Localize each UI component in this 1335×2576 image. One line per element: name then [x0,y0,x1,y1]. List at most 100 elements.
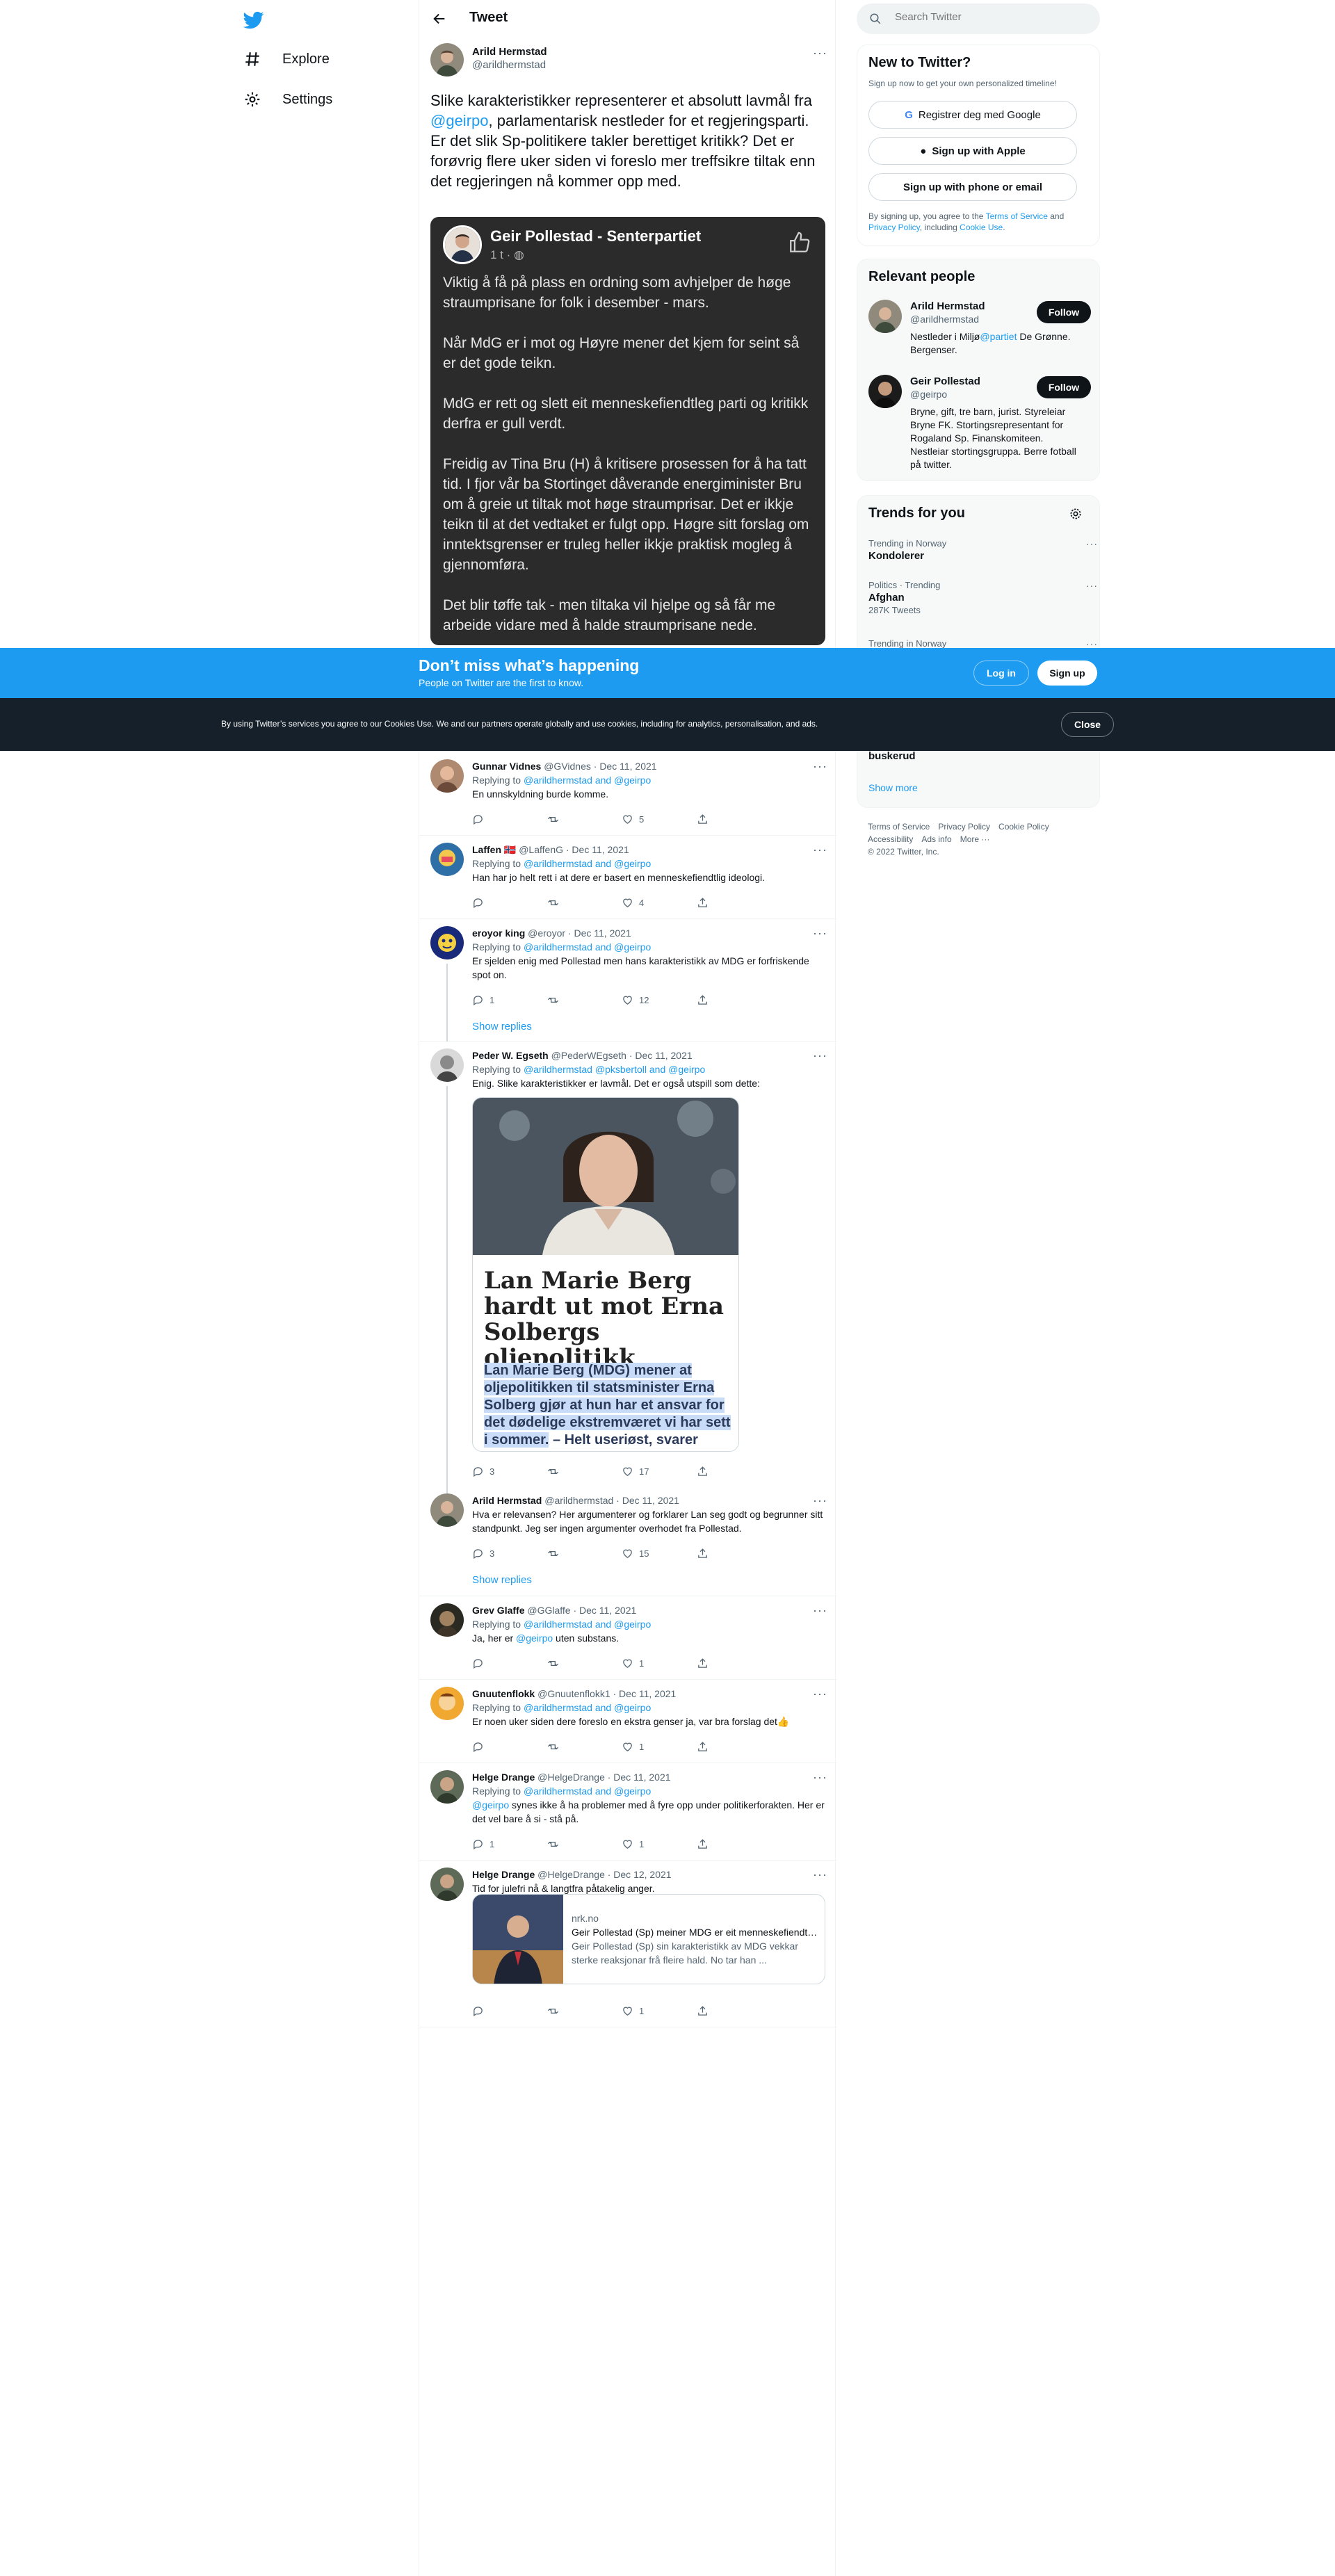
avatar[interactable] [430,926,464,959]
google-signup-button[interactable]: G Registrer deg med Google [868,101,1077,129]
more-icon[interactable]: ··· [813,843,827,857]
show-replies-link[interactable]: Show replies [472,1021,532,1032]
show-replies-link[interactable]: Show replies [472,1574,532,1586]
nav-explore[interactable]: Explore [243,50,330,68]
reply-action[interactable]: 3 [472,1466,547,1477]
terms-link[interactable]: Terms of Service [986,211,1048,221]
footer-link[interactable]: Accessibility [868,834,913,844]
embedded-post-image[interactable]: Geir Pollestad - Senterpartiet 1 t · ◍ V… [430,217,825,645]
person-name[interactable]: Arild Hermstad [910,300,985,312]
reply-meta[interactable]: @eroyor · Dec 11, 2021 [528,927,631,939]
avatar[interactable] [430,759,464,793]
cookie-close-button[interactable]: Close [1061,712,1114,737]
more-icon[interactable]: ··· [813,46,827,60]
person-handle[interactable]: @arildhermstad [910,313,1035,326]
mention-link[interactable]: @geirpo [430,112,489,129]
share-action[interactable] [697,994,772,1006]
back-arrow-icon[interactable] [432,11,447,26]
reply-author-name[interactable]: Gunnar Vidnes [472,761,541,772]
trend-item-partial[interactable]: buskerud [868,750,1091,763]
follow-button[interactable]: Follow [1037,301,1091,323]
person-name[interactable]: Geir Pollestad [910,375,980,387]
search-box[interactable] [857,3,1100,34]
reply-author-name[interactable]: Helge Drange [472,1772,535,1783]
reply-author-name[interactable]: eroyor king [472,927,525,939]
more-icon[interactable]: ··· [813,1770,827,1785]
replying-to-link[interactable]: @arildhermstad and @geirpo [524,858,651,869]
reply-tweet[interactable]: Helge Drange @HelgeDrange · Dec 12, 2021… [419,1861,836,2027]
like-action[interactable]: 1 [622,1658,697,1669]
trend-item[interactable]: Politics · Trending Afghan 287K Tweets ·… [868,579,1097,617]
retweet-action[interactable] [547,1548,622,1560]
reply-meta[interactable]: @GVidnes · Dec 11, 2021 [544,761,656,772]
share-action[interactable] [697,1658,772,1669]
replying-to-link[interactable]: @arildhermstad and @geirpo [524,1785,651,1797]
avatar[interactable] [430,1048,464,1082]
avatar[interactable] [430,843,464,876]
twitter-logo-icon[interactable] [243,10,264,31]
more-icon[interactable]: ··· [1086,579,1098,592]
reply-tweet[interactable]: Gnuutenflokk @Gnuutenflokk1 · Dec 11, 20… [419,1680,836,1763]
avatar[interactable] [430,1603,464,1637]
retweet-action[interactable] [547,1838,622,1850]
share-action[interactable] [697,813,772,825]
avatar[interactable] [430,43,464,76]
mention-link[interactable]: @geirpo [472,1799,509,1811]
footer-link[interactable]: Ads info [921,834,951,844]
search-input[interactable] [895,11,1083,23]
phone-signup-button[interactable]: Sign up with phone or email [868,173,1077,201]
login-button[interactable]: Log in [973,661,1029,686]
reply-action[interactable] [472,813,547,825]
avatar[interactable] [430,1493,464,1527]
retweet-action[interactable] [547,994,622,1006]
nav-settings[interactable]: Settings [243,90,332,108]
more-icon[interactable]: ··· [813,759,827,774]
reply-action[interactable]: 3 [472,1548,547,1560]
like-action[interactable]: 1 [622,2005,697,2017]
more-icon[interactable]: ··· [813,1048,827,1063]
more-icon[interactable]: ··· [813,1868,827,1882]
follow-button[interactable]: Follow [1037,376,1091,398]
more-icon[interactable]: ··· [1086,537,1098,550]
signup-button[interactable]: Sign up [1037,661,1097,686]
like-action[interactable]: 12 [622,994,697,1006]
share-action[interactable] [697,1466,772,1477]
reply-action[interactable] [472,1658,547,1669]
more-icon[interactable]: ··· [813,1493,827,1508]
article-screenshot-image[interactable]: Lan Marie Berg hardt ut mot Erna Solberg… [472,1097,739,1452]
reply-author-name[interactable]: Gnuutenflokk [472,1688,535,1699]
avatar[interactable] [868,375,902,408]
like-action[interactable]: 1 [622,1838,697,1850]
replying-to-link[interactable]: @arildhermstad and @geirpo [524,1619,651,1630]
like-action[interactable]: 17 [622,1466,697,1477]
gear-icon[interactable] [1069,507,1083,521]
replying-to-link[interactable]: @arildhermstad @pksbertoll and @geirpo [524,1064,705,1075]
reply-author-name[interactable]: Helge Drange [472,1869,535,1880]
retweet-action[interactable] [547,897,622,909]
mention-link[interactable]: @partiet [980,331,1017,342]
more-icon[interactable]: ··· [813,926,827,941]
retweet-action[interactable] [547,1466,622,1477]
replying-to-link[interactable]: @arildhermstad and @geirpo [524,775,651,786]
footer-link[interactable]: Privacy Policy [938,822,990,832]
reply-meta[interactable]: @LaffenG · Dec 11, 2021 [519,844,629,855]
like-action[interactable]: 5 [622,813,697,825]
reply-author-name[interactable]: Peder W. Egseth [472,1050,549,1061]
person-card[interactable]: Arild Hermstad @arildhermstad Follow Nest… [868,300,1091,362]
author-display-name[interactable]: Arild Hermstad [472,46,547,58]
avatar[interactable] [430,1687,464,1720]
retweet-action[interactable] [547,1658,622,1669]
author-handle[interactable]: @arildhermstad [472,59,547,71]
reply-tweet[interactable]: Helge Drange @HelgeDrange · Dec 11, 2021… [419,1763,836,1861]
share-action[interactable] [697,1548,772,1560]
footer-link[interactable]: Cookie Policy [998,822,1049,832]
reply-action[interactable]: 1 [472,1838,547,1850]
reply-tweet[interactable]: Arild Hermstad @arildhermstad · Dec 11, … [419,1487,836,1596]
reply-tweet[interactable]: Gunnar Vidnes @GVidnes · Dec 11, 2021 Re… [419,752,836,836]
footer-link[interactable]: Terms of Service [868,822,930,832]
avatar[interactable] [430,1868,464,1901]
more-icon[interactable]: ··· [813,1603,827,1618]
privacy-link[interactable]: Privacy Policy [868,222,920,232]
reply-author-name[interactable]: Arild Hermstad [472,1495,542,1506]
cookie-use-link[interactable]: Cookie Use [960,222,1003,232]
